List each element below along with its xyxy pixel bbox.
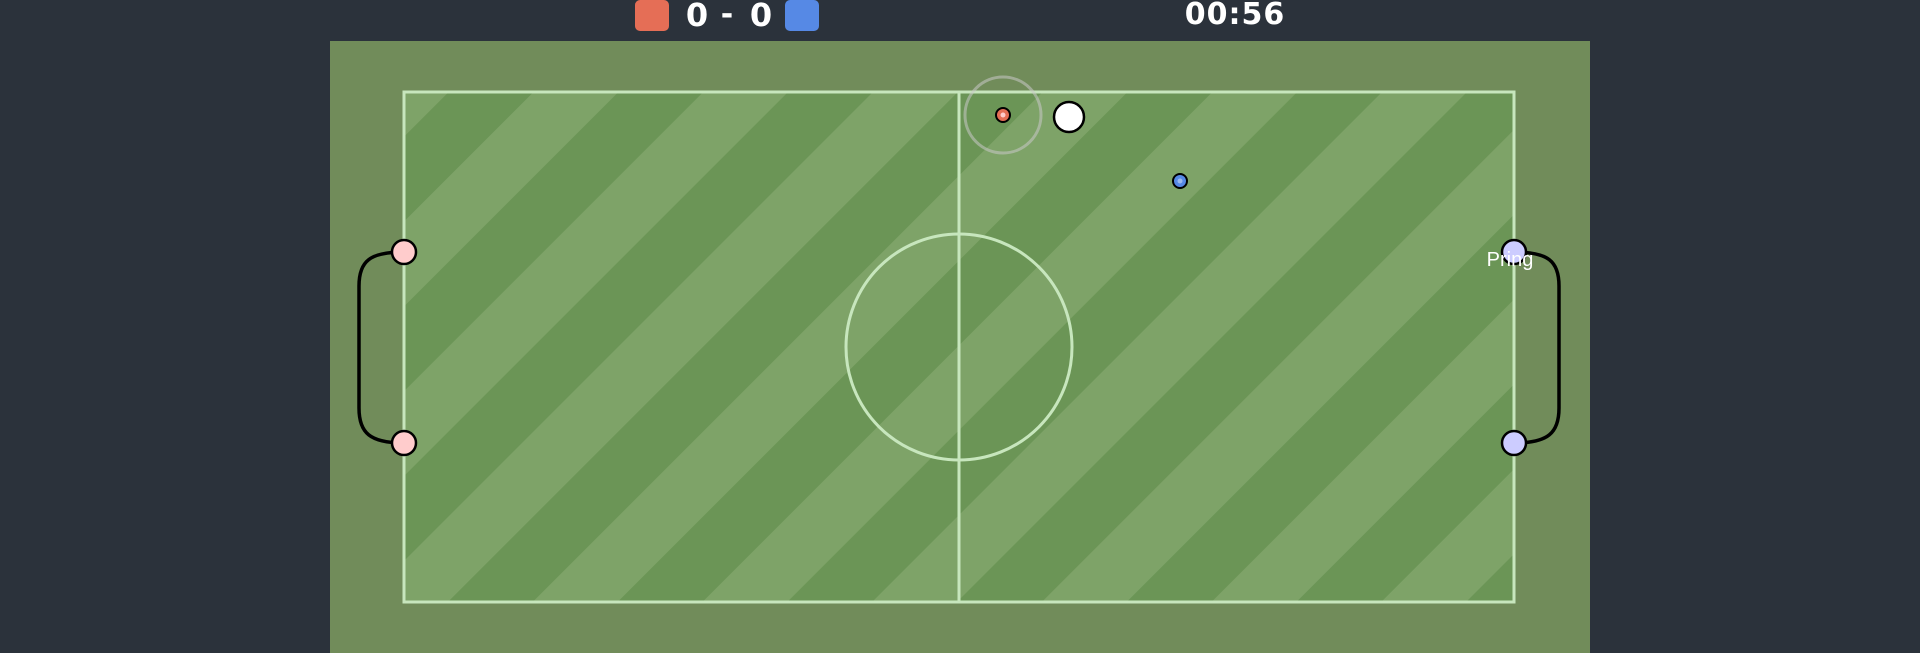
red-team-score: 0	[685, 0, 709, 34]
game-screen: 0 - 0 00:56 Pring	[0, 0, 1920, 653]
blue-player-core	[1177, 178, 1183, 184]
red-player-core	[1000, 112, 1006, 118]
scoreboard: 0 - 0 00:56	[0, 0, 1920, 34]
match-timer: 00:56	[1184, 0, 1286, 32]
red-team-swatch	[635, 0, 669, 31]
blue-goal-post-bottom	[1500, 429, 1528, 457]
blue-team-swatch	[785, 0, 819, 31]
blue-player-name: Pring	[1486, 249, 1534, 271]
blue-team-score: 0	[749, 0, 773, 34]
red-goal-post-top	[390, 238, 418, 266]
ball[interactable]	[1052, 100, 1086, 134]
game-field[interactable]: Pring	[330, 41, 1590, 653]
field-canvas[interactable]	[330, 41, 1590, 653]
red-goal-post-bottom	[390, 429, 418, 457]
score-separator: -	[720, 0, 734, 32]
